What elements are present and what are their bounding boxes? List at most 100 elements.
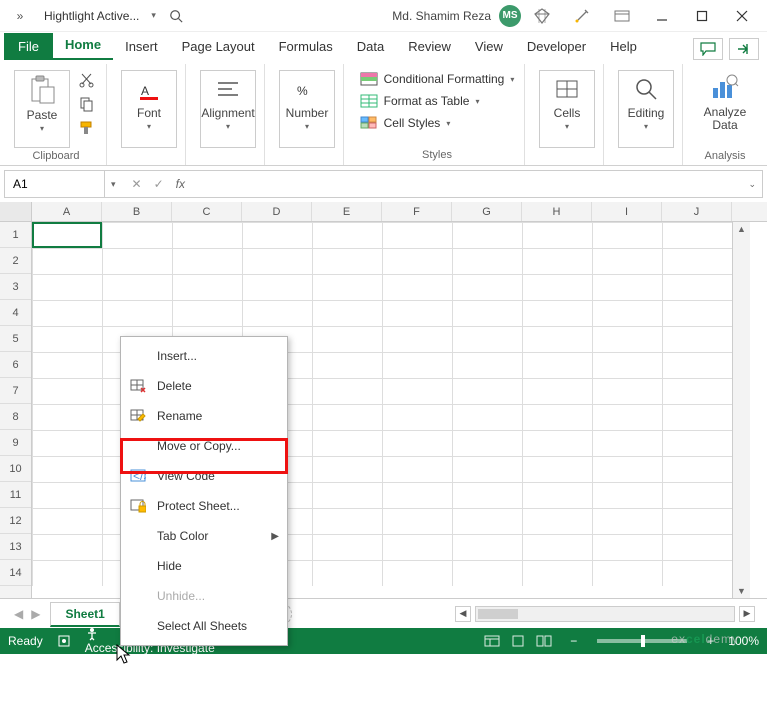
row-header[interactable]: 13 bbox=[0, 534, 31, 560]
group-font: A Font ▾ bbox=[113, 64, 186, 165]
hscroll-right-icon[interactable]: ▶ bbox=[739, 606, 755, 622]
col-header[interactable]: C bbox=[172, 202, 242, 221]
row-header[interactable]: 6 bbox=[0, 352, 31, 378]
page-break-view-icon[interactable] bbox=[532, 632, 556, 650]
search-icon[interactable] bbox=[162, 4, 190, 28]
row-header[interactable]: 2 bbox=[0, 248, 31, 274]
cut-icon[interactable] bbox=[76, 70, 98, 90]
tab-insert[interactable]: Insert bbox=[113, 33, 170, 60]
zoom-out-icon[interactable]: − bbox=[570, 634, 577, 648]
watermark: exceldemy bbox=[671, 630, 739, 646]
sheet-tab[interactable]: Sheet1 bbox=[50, 602, 119, 627]
tab-review[interactable]: Review bbox=[396, 33, 463, 60]
col-header[interactable]: I bbox=[592, 202, 662, 221]
conditional-formatting-button[interactable]: Conditional Formatting▾ bbox=[360, 70, 515, 88]
cm-rename[interactable]: Rename bbox=[121, 401, 287, 431]
font-label: Font bbox=[137, 107, 161, 120]
analyze-label: Analyze Data bbox=[697, 106, 753, 132]
group-styles: Conditional Formatting▾ Format as Table▾… bbox=[350, 64, 525, 165]
cm-select-all-sheets[interactable]: Select All Sheets bbox=[121, 611, 287, 641]
tab-scroll-left-icon[interactable]: ◀ bbox=[14, 607, 23, 621]
insert-function-icon[interactable]: fx bbox=[176, 177, 185, 191]
alignment-button[interactable]: Alignment ▾ bbox=[200, 70, 256, 148]
col-header[interactable]: F bbox=[382, 202, 452, 221]
maximize-button[interactable] bbox=[683, 2, 721, 30]
cm-tab-color[interactable]: Tab Color▶ bbox=[121, 521, 287, 551]
cm-insert[interactable]: Insert... bbox=[121, 341, 287, 371]
cell-styles-label: Cell Styles bbox=[384, 116, 441, 130]
svg-text:A: A bbox=[141, 84, 149, 98]
worksheet-grid: A B C D E F G H I J 1 2 3 4 5 6 7 8 9 10… bbox=[0, 202, 767, 598]
macro-record-icon[interactable] bbox=[57, 634, 71, 648]
row-header[interactable]: 10 bbox=[0, 456, 31, 482]
row-header[interactable]: 5 bbox=[0, 326, 31, 352]
grid-rename-icon bbox=[129, 407, 147, 425]
more-commands-icon[interactable]: » bbox=[6, 4, 34, 28]
row-header[interactable]: 8 bbox=[0, 404, 31, 430]
row-header[interactable]: 1 bbox=[0, 222, 31, 248]
cm-hide[interactable]: Hide bbox=[121, 551, 287, 581]
share-icon[interactable] bbox=[729, 38, 759, 60]
col-header[interactable]: E bbox=[312, 202, 382, 221]
row-header[interactable]: 4 bbox=[0, 300, 31, 326]
editing-button[interactable]: Editing ▾ bbox=[618, 70, 674, 148]
tab-page-layout[interactable]: Page Layout bbox=[170, 33, 267, 60]
workbook-name[interactable]: Hightlight Active... bbox=[40, 9, 143, 23]
cm-move-copy[interactable]: Move or Copy... bbox=[121, 431, 287, 461]
workbook-dropdown-icon[interactable]: ▾ bbox=[151, 10, 156, 21]
user-avatar[interactable]: MS bbox=[499, 5, 521, 27]
name-box[interactable]: A1 bbox=[5, 171, 105, 197]
row-header[interactable]: 7 bbox=[0, 378, 31, 404]
paste-label: Paste bbox=[27, 109, 58, 122]
tab-file[interactable]: File bbox=[4, 33, 53, 60]
col-header[interactable]: B bbox=[102, 202, 172, 221]
tab-developer[interactable]: Developer bbox=[515, 33, 598, 60]
enter-formula-icon[interactable]: ✓ bbox=[154, 177, 164, 191]
select-all-corner[interactable] bbox=[0, 202, 32, 221]
cells-button[interactable]: Cells ▾ bbox=[539, 70, 595, 148]
tab-formulas[interactable]: Formulas bbox=[267, 33, 345, 60]
cell-styles-button[interactable]: Cell Styles▾ bbox=[360, 114, 451, 132]
col-header[interactable]: D bbox=[242, 202, 312, 221]
cm-view-code[interactable]: </>View Code bbox=[121, 461, 287, 491]
tab-view[interactable]: View bbox=[463, 33, 515, 60]
expand-formula-bar-icon[interactable]: ⌄ bbox=[742, 179, 762, 190]
ribbon-display-icon[interactable] bbox=[603, 2, 641, 30]
font-button[interactable]: A Font ▾ bbox=[121, 70, 177, 148]
quick-access-icon[interactable] bbox=[563, 2, 601, 30]
hscroll-left-icon[interactable]: ◀ bbox=[455, 606, 471, 622]
cm-delete[interactable]: Delete bbox=[121, 371, 287, 401]
row-header[interactable]: 11 bbox=[0, 482, 31, 508]
close-button[interactable] bbox=[723, 2, 761, 30]
tab-data[interactable]: Data bbox=[345, 33, 396, 60]
user-name[interactable]: Md. Shamim Reza bbox=[392, 9, 497, 23]
col-header[interactable]: G bbox=[452, 202, 522, 221]
col-header[interactable]: H bbox=[522, 202, 592, 221]
row-header[interactable]: 14 bbox=[0, 560, 31, 586]
minimize-button[interactable] bbox=[643, 2, 681, 30]
paste-button[interactable]: Paste ▾ bbox=[14, 70, 70, 148]
format-painter-icon[interactable] bbox=[76, 118, 98, 138]
col-header[interactable]: A bbox=[32, 202, 102, 221]
row-header[interactable]: 12 bbox=[0, 508, 31, 534]
normal-view-icon[interactable] bbox=[480, 632, 504, 650]
col-header[interactable]: J bbox=[662, 202, 732, 221]
page-layout-view-icon[interactable] bbox=[506, 632, 530, 650]
number-button[interactable]: % Number ▾ bbox=[279, 70, 335, 148]
analyze-data-button[interactable]: Analyze Data bbox=[697, 70, 753, 148]
comments-icon[interactable] bbox=[693, 38, 723, 60]
lock-icon bbox=[129, 497, 147, 515]
tab-help[interactable]: Help bbox=[598, 33, 649, 60]
horizontal-scrollbar[interactable] bbox=[475, 606, 735, 622]
copy-icon[interactable] bbox=[76, 94, 98, 114]
tab-scroll-right-icon[interactable]: ▶ bbox=[31, 607, 40, 621]
tab-home[interactable]: Home bbox=[53, 31, 113, 60]
format-as-table-button[interactable]: Format as Table▾ bbox=[360, 92, 480, 110]
row-header[interactable]: 3 bbox=[0, 274, 31, 300]
row-header[interactable]: 9 bbox=[0, 430, 31, 456]
name-box-dropdown-icon[interactable]: ▾ bbox=[105, 179, 122, 190]
cm-protect-sheet[interactable]: Protect Sheet... bbox=[121, 491, 287, 521]
cancel-formula-icon[interactable]: ✕ bbox=[132, 177, 142, 191]
diamond-icon[interactable] bbox=[523, 2, 561, 30]
vertical-scrollbar[interactable]: ▲▼ bbox=[732, 222, 750, 598]
